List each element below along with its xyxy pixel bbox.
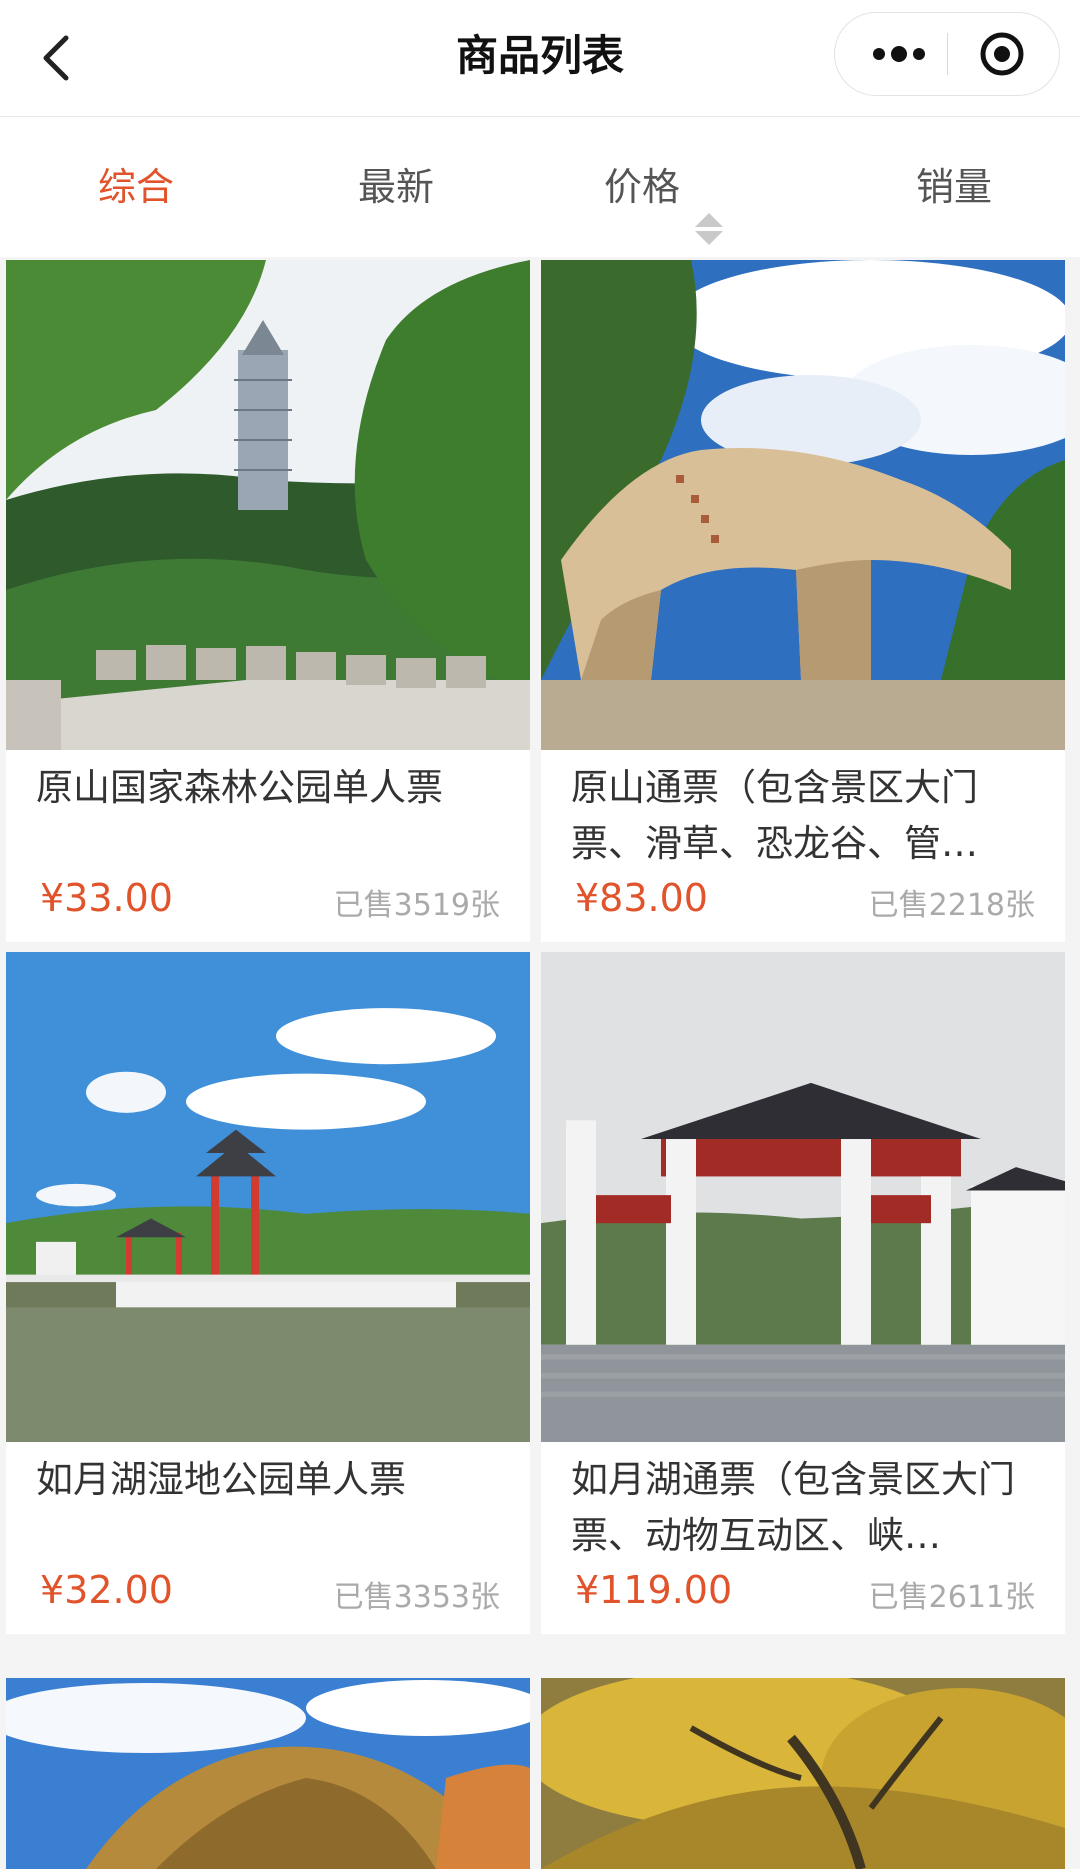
product-image	[6, 952, 530, 1442]
mini-program-capsule	[834, 12, 1060, 96]
product-price: ¥119.00	[575, 1568, 733, 1612]
product-sold-count: 已售2611张	[868, 1580, 1035, 1615]
product-card[interactable]: 如月湖通票（包含景区大门票、动物互动区、峡… ¥119.00 已售2611张	[541, 952, 1065, 1634]
close-button[interactable]	[978, 30, 1026, 78]
more-button[interactable]	[871, 37, 927, 71]
tab-price-label: 价格	[604, 165, 681, 209]
product-title: 原山通票（包含景区大门票、滑草、恐龙谷、管…	[571, 766, 978, 865]
product-image	[541, 1678, 1065, 1869]
product-price: ¥32.00	[40, 1568, 173, 1612]
tab-price[interactable]: 价格	[604, 117, 724, 257]
product-sold-count: 已售3353张	[333, 1580, 500, 1615]
product-card[interactable]	[541, 1678, 1065, 1869]
product-card[interactable]: 原山通票（包含景区大门票、滑草、恐龙谷、管… ¥83.00 已售2218张	[541, 260, 1065, 942]
product-image	[541, 952, 1065, 1442]
navigation-bar: 商品列表	[0, 0, 1080, 117]
filter-bar: 综合 最新 价格 销量	[0, 117, 1080, 257]
tab-sales[interactable]: 销量	[916, 117, 992, 257]
chevron-left-icon	[43, 35, 69, 81]
capsule-divider	[947, 33, 948, 75]
product-title: 原山国家森林公园单人票	[36, 766, 443, 809]
target-icon	[980, 32, 1024, 76]
product-price: ¥83.00	[575, 876, 708, 920]
product-card[interactable]: 原山国家森林公园单人票 ¥33.00 已售3519张	[6, 260, 530, 942]
product-title: 如月湖通票（包含景区大门票、动物互动区、峡…	[571, 1458, 1015, 1557]
product-price: ¥33.00	[40, 876, 173, 920]
tab-newest[interactable]: 最新	[358, 117, 434, 257]
product-title: 如月湖湿地公园单人票	[36, 1458, 406, 1501]
product-image	[6, 1678, 530, 1869]
product-image	[6, 260, 530, 750]
product-sold-count: 已售3519张	[333, 888, 500, 923]
back-button[interactable]	[30, 28, 90, 88]
sort-icon	[694, 166, 724, 245]
product-card[interactable]	[6, 1678, 530, 1869]
product-image	[541, 260, 1065, 750]
tab-comprehensive[interactable]: 综合	[98, 117, 174, 257]
product-card[interactable]: 如月湖湿地公园单人票 ¥32.00 已售3353张	[6, 952, 530, 1634]
more-dots-icon	[873, 46, 925, 62]
product-sold-count: 已售2218张	[868, 888, 1035, 923]
